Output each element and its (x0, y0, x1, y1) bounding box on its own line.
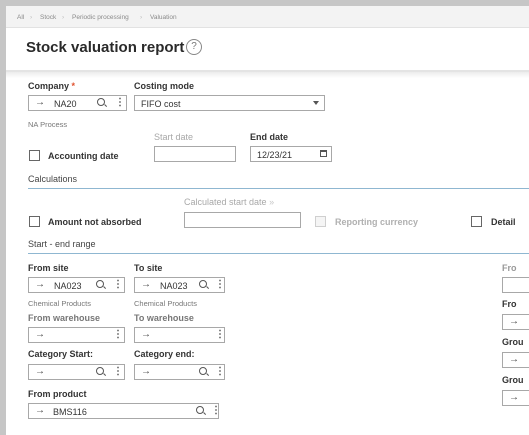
to-site-description: Chemical Products (134, 299, 197, 308)
to-site-value: NA023 (160, 281, 188, 291)
category-start-label: Category Start: (28, 349, 94, 359)
category-end-label: Category end: (134, 349, 195, 359)
from-site-label: From site (28, 263, 69, 273)
breadcrumb-item-periodic-processing[interactable]: Periodic processing (72, 14, 129, 21)
start-date-label: Start date (154, 132, 194, 142)
right-column-field-4[interactable]: → (502, 390, 529, 406)
calendar-icon[interactable] (320, 150, 327, 157)
breadcrumb-item-all[interactable]: All (17, 14, 24, 21)
right-column-label-1: Fro (502, 263, 517, 273)
category-end-field[interactable]: → ⋮ (134, 364, 225, 380)
company-value: NA20 (54, 99, 77, 109)
more-icon[interactable]: ⋮ (113, 366, 123, 378)
more-icon[interactable]: ⋮ (215, 366, 225, 378)
from-site-value: NA023 (54, 281, 82, 291)
search-icon[interactable] (199, 367, 207, 375)
breadcrumb-item-valuation: Valuation (150, 14, 177, 21)
to-warehouse-field[interactable]: → ⋮ (134, 327, 225, 343)
company-description: NA Process (28, 120, 68, 129)
from-warehouse-field[interactable]: → ⋮ (28, 327, 125, 343)
costing-mode-value: FIFO cost (141, 99, 181, 109)
to-site-field[interactable]: → NA023 ⋮ (134, 277, 225, 293)
arrow-icon[interactable]: → (141, 329, 151, 340)
search-icon[interactable] (196, 406, 204, 414)
end-date-field[interactable]: 12/23/21 (250, 146, 332, 162)
end-date-label: End date (250, 132, 289, 142)
arrow-icon[interactable]: → (141, 279, 151, 290)
arrow-icon[interactable]: → (35, 279, 45, 290)
arrow-icon[interactable]: → (35, 405, 45, 416)
more-icon[interactable]: ⋮ (113, 329, 123, 341)
right-column-label-4: Grou (502, 375, 524, 385)
help-icon[interactable]: ? (186, 39, 202, 55)
breadcrumb-item-stock[interactable]: Stock (40, 14, 56, 21)
detail-checkbox[interactable] (471, 216, 482, 227)
accounting-date-checkbox[interactable] (29, 150, 40, 161)
reporting-currency-label: Reporting currency (335, 217, 419, 227)
from-product-label: From product (28, 389, 87, 399)
more-icon[interactable]: ⋮ (215, 329, 225, 341)
company-label: Company * (28, 81, 76, 91)
right-column-field-3[interactable]: → (502, 352, 529, 368)
calculated-start-date-label: Calculated start date » (184, 197, 275, 207)
from-warehouse-label: From warehouse (28, 313, 101, 323)
arrow-icon[interactable]: → (35, 329, 45, 340)
range-section-title: Start - end range (28, 239, 96, 249)
company-field[interactable]: → NA20 ⋮ (28, 95, 127, 111)
more-icon[interactable]: ⋮ (115, 97, 125, 109)
reporting-currency-checkbox (315, 216, 326, 227)
end-date-value: 12/23/21 (257, 150, 293, 160)
search-icon[interactable] (97, 98, 105, 106)
costing-mode-label: Costing mode (134, 81, 194, 91)
chevron-down-icon[interactable] (313, 101, 319, 105)
breadcrumb: All › Stock › Periodic processing › Valu… (6, 6, 529, 28)
breadcrumb-separator: › (140, 14, 143, 21)
divider-shadow (6, 72, 529, 78)
right-column-field-2[interactable]: → (502, 314, 529, 330)
costing-mode-select[interactable]: FIFO cost (134, 95, 325, 111)
right-column-label-2: Fro (502, 299, 517, 309)
calculated-start-date-field[interactable] (184, 212, 301, 228)
arrow-icon[interactable]: → (509, 354, 519, 365)
from-product-field[interactable]: → BMS116 ⋮ (28, 403, 221, 419)
start-date-field[interactable] (154, 146, 236, 162)
amount-not-absorbed-checkbox[interactable] (29, 216, 40, 227)
more-icon[interactable]: ⋮ (215, 279, 225, 291)
breadcrumb-separator: › (62, 14, 65, 21)
section-divider (28, 188, 529, 189)
from-site-field[interactable]: → NA023 ⋮ (28, 277, 125, 293)
section-divider (28, 253, 529, 254)
from-site-description: Chemical Products (28, 299, 91, 308)
right-column-label-3: Grou (502, 337, 524, 347)
arrow-icon[interactable]: → (35, 97, 45, 108)
more-icon[interactable]: ⋮ (113, 279, 123, 291)
arrow-icon[interactable]: → (509, 316, 519, 327)
search-icon[interactable] (96, 367, 104, 375)
right-column-field-1[interactable] (502, 277, 529, 293)
arrow-icon[interactable]: → (509, 392, 519, 403)
search-icon[interactable] (96, 280, 104, 288)
accounting-date-label: Accounting date (48, 151, 119, 161)
arrow-icon[interactable]: → (35, 366, 45, 377)
search-icon[interactable] (199, 280, 207, 288)
category-start-field[interactable]: → ⋮ (28, 364, 125, 380)
from-product-value: BMS116 (53, 407, 87, 417)
breadcrumb-separator: › (30, 14, 33, 21)
more-icon[interactable]: ⋮ (211, 405, 221, 417)
amount-not-absorbed-label: Amount not absorbed (48, 217, 142, 227)
to-warehouse-label: To warehouse (134, 313, 194, 323)
page-frame: All › Stock › Periodic processing › Valu… (6, 6, 529, 435)
calculations-section-title: Calculations (28, 174, 78, 184)
arrow-icon[interactable]: → (141, 366, 151, 377)
page-title: Stock valuation report (26, 39, 185, 56)
to-site-label: To site (134, 263, 163, 273)
detail-label: Detail (491, 217, 516, 227)
